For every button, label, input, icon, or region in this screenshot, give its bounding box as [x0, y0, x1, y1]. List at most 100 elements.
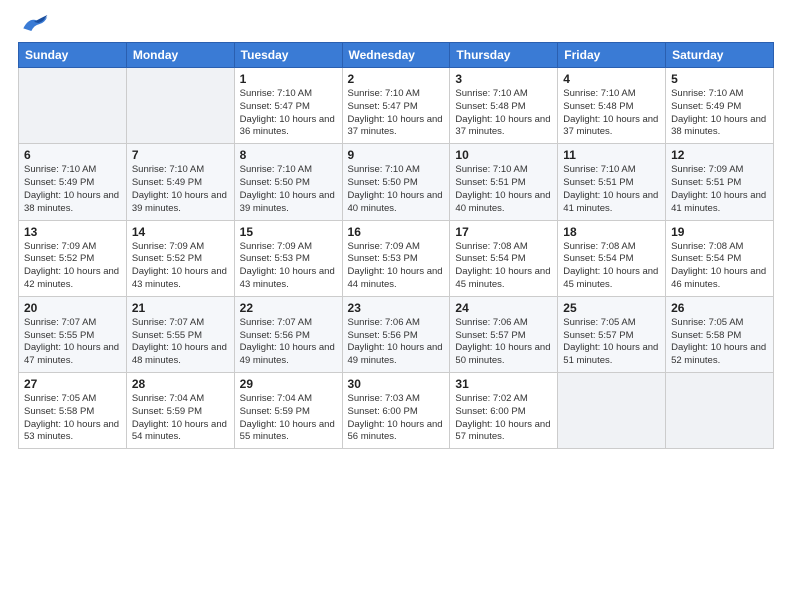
cell-info: Sunrise: 7:10 AM Sunset: 5:50 PM Dayligh… — [348, 164, 445, 215]
cell-info: Sunrise: 7:10 AM Sunset: 5:47 PM Dayligh… — [240, 88, 337, 139]
table-row: 8Sunrise: 7:10 AM Sunset: 5:50 PM Daylig… — [234, 144, 342, 220]
day-number: 5 — [671, 72, 768, 86]
col-monday: Monday — [126, 43, 234, 68]
day-number: 12 — [671, 148, 768, 162]
calendar-table: Sunday Monday Tuesday Wednesday Thursday… — [18, 42, 774, 449]
cell-info: Sunrise: 7:10 AM Sunset: 5:48 PM Dayligh… — [563, 88, 660, 139]
table-row: 24 Sunrise: 7:06 AM Sunset: 5:57 PM Dayli… — [450, 296, 558, 372]
table-row: 31 Sunrise: 7:02 AM Sunset: 6:00 PM Dayli… — [450, 373, 558, 449]
day-number: 19 — [671, 225, 768, 239]
table-row: 16 Sunrise: 7:09 AM Sunset: 5:53 PM Dayli… — [342, 220, 450, 296]
table-row: 25 Sunrise: 7:05 AM Sunset: 5:57 PM Dayli… — [558, 296, 666, 372]
logo-wrap — [18, 10, 54, 36]
calendar-week-row: 6 Sunrise: 7:10 AM Sunset: 5:49 PM Daylig… — [19, 144, 774, 220]
day-number: 21 — [132, 301, 229, 315]
col-thursday: Thursday — [450, 43, 558, 68]
day-number: 17 — [455, 225, 552, 239]
day-number: 16 — [348, 225, 445, 239]
page: Sunday Monday Tuesday Wednesday Thursday… — [0, 0, 792, 612]
table-row: 26 Sunrise: 7:05 AM Sunset: 5:58 PM Dayli… — [666, 296, 774, 372]
day-number: 27 — [24, 377, 121, 391]
cell-info: Sunrise: 7:03 AM Sunset: 6:00 PM Dayligh… — [348, 393, 445, 444]
calendar-header-row: Sunday Monday Tuesday Wednesday Thursday… — [19, 43, 774, 68]
table-row: 5 Sunrise: 7:10 AM Sunset: 5:49 PM Daylig… — [666, 68, 774, 144]
day-number: 31 — [455, 377, 552, 391]
cell-info: Sunrise: 7:10 AM Sunset: 5:50 PM Dayligh… — [240, 164, 337, 215]
col-saturday: Saturday — [666, 43, 774, 68]
table-row: 14Sunrise: 7:09 AM Sunset: 5:52 PM Dayli… — [126, 220, 234, 296]
header — [18, 10, 774, 36]
calendar-week-row: 27 Sunrise: 7:05 AM Sunset: 5:58 PM Dayli… — [19, 373, 774, 449]
day-number: 10 — [455, 148, 552, 162]
day-number: 9 — [348, 148, 445, 162]
table-row: 12 Sunrise: 7:09 AM Sunset: 5:51 PM Dayli… — [666, 144, 774, 220]
cell-info: Sunrise: 7:05 AM Sunset: 5:57 PM Dayligh… — [563, 317, 660, 368]
cell-info: Sunrise: 7:10 AM Sunset: 5:47 PM Dayligh… — [348, 88, 445, 139]
day-number: 13 — [24, 225, 121, 239]
table-row: 1 Sunrise: 7:10 AM Sunset: 5:47 PM Daylig… — [234, 68, 342, 144]
cell-info: Sunrise: 7:10 AM Sunset: 5:51 PM Dayligh… — [563, 164, 660, 215]
table-row — [126, 68, 234, 144]
day-number: 23 — [348, 301, 445, 315]
day-number: 4 — [563, 72, 660, 86]
cell-info: Sunrise: 7:09 AM Sunset: 5:53 PM Dayligh… — [240, 241, 337, 292]
table-row: 3Sunrise: 7:10 AM Sunset: 5:48 PM Daylig… — [450, 68, 558, 144]
cell-info: Sunrise: 7:10 AM Sunset: 5:49 PM Dayligh… — [671, 88, 768, 139]
cell-info: Sunrise: 7:05 AM Sunset: 5:58 PM Dayligh… — [24, 393, 121, 444]
table-row: 2 Sunrise: 7:10 AM Sunset: 5:47 PM Daylig… — [342, 68, 450, 144]
table-row: 21 Sunrise: 7:07 AM Sunset: 5:55 PM Dayli… — [126, 296, 234, 372]
table-row: 15 Sunrise: 7:09 AM Sunset: 5:53 PM Dayli… — [234, 220, 342, 296]
table-row — [558, 373, 666, 449]
day-number: 30 — [348, 377, 445, 391]
day-number: 20 — [24, 301, 121, 315]
cell-info: Sunrise: 7:09 AM Sunset: 5:51 PM Dayligh… — [671, 164, 768, 215]
col-sunday: Sunday — [19, 43, 127, 68]
table-row — [666, 373, 774, 449]
cell-info: Sunrise: 7:06 AM Sunset: 5:57 PM Dayligh… — [455, 317, 552, 368]
cell-info: Sunrise: 7:05 AM Sunset: 5:58 PM Dayligh… — [671, 317, 768, 368]
table-row: 9 Sunrise: 7:10 AM Sunset: 5:50 PM Daylig… — [342, 144, 450, 220]
day-number: 25 — [563, 301, 660, 315]
day-number: 18 — [563, 225, 660, 239]
day-number: 29 — [240, 377, 337, 391]
cell-info: Sunrise: 7:07 AM Sunset: 5:55 PM Dayligh… — [132, 317, 229, 368]
day-number: 14 — [132, 225, 229, 239]
table-row: 19 Sunrise: 7:08 AM Sunset: 5:54 PM Dayli… — [666, 220, 774, 296]
cell-info: Sunrise: 7:04 AM Sunset: 5:59 PM Dayligh… — [240, 393, 337, 444]
cell-info: Sunrise: 7:10 AM Sunset: 5:49 PM Dayligh… — [24, 164, 121, 215]
day-number: 2 — [348, 72, 445, 86]
cell-info: Sunrise: 7:08 AM Sunset: 5:54 PM Dayligh… — [563, 241, 660, 292]
calendar-week-row: 1 Sunrise: 7:10 AM Sunset: 5:47 PM Daylig… — [19, 68, 774, 144]
day-number: 6 — [24, 148, 121, 162]
day-number: 22 — [240, 301, 337, 315]
logo-bird-icon — [18, 10, 50, 36]
cell-info: Sunrise: 7:07 AM Sunset: 5:56 PM Dayligh… — [240, 317, 337, 368]
cell-info: Sunrise: 7:09 AM Sunset: 5:53 PM Dayligh… — [348, 241, 445, 292]
table-row: 17 Sunrise: 7:08 AM Sunset: 5:54 PM Dayli… — [450, 220, 558, 296]
table-row: 13 Sunrise: 7:09 AM Sunset: 5:52 PM Dayli… — [19, 220, 127, 296]
day-number: 7 — [132, 148, 229, 162]
table-row: 6 Sunrise: 7:10 AM Sunset: 5:49 PM Daylig… — [19, 144, 127, 220]
cell-info: Sunrise: 7:10 AM Sunset: 5:48 PM Dayligh… — [455, 88, 552, 139]
day-number: 15 — [240, 225, 337, 239]
col-wednesday: Wednesday — [342, 43, 450, 68]
day-number: 28 — [132, 377, 229, 391]
cell-info: Sunrise: 7:08 AM Sunset: 5:54 PM Dayligh… — [671, 241, 768, 292]
day-number: 1 — [240, 72, 337, 86]
calendar-week-row: 20 Sunrise: 7:07 AM Sunset: 5:55 PM Dayli… — [19, 296, 774, 372]
table-row: 29 Sunrise: 7:04 AM Sunset: 5:59 PM Dayli… — [234, 373, 342, 449]
cell-info: Sunrise: 7:02 AM Sunset: 6:00 PM Dayligh… — [455, 393, 552, 444]
logo — [18, 10, 54, 36]
day-number: 26 — [671, 301, 768, 315]
day-number: 24 — [455, 301, 552, 315]
cell-info: Sunrise: 7:09 AM Sunset: 5:52 PM Dayligh… — [24, 241, 121, 292]
cell-info: Sunrise: 7:06 AM Sunset: 5:56 PM Dayligh… — [348, 317, 445, 368]
cell-info: Sunrise: 7:10 AM Sunset: 5:51 PM Dayligh… — [455, 164, 552, 215]
cell-info: Sunrise: 7:10 AM Sunset: 5:49 PM Dayligh… — [132, 164, 229, 215]
table-row: 11Sunrise: 7:10 AM Sunset: 5:51 PM Dayli… — [558, 144, 666, 220]
cell-info: Sunrise: 7:08 AM Sunset: 5:54 PM Dayligh… — [455, 241, 552, 292]
calendar-week-row: 13 Sunrise: 7:09 AM Sunset: 5:52 PM Dayli… — [19, 220, 774, 296]
table-row: 20Sunrise: 7:07 AM Sunset: 5:55 PM Dayli… — [19, 296, 127, 372]
table-row: 28Sunrise: 7:04 AM Sunset: 5:59 PM Dayli… — [126, 373, 234, 449]
col-tuesday: Tuesday — [234, 43, 342, 68]
